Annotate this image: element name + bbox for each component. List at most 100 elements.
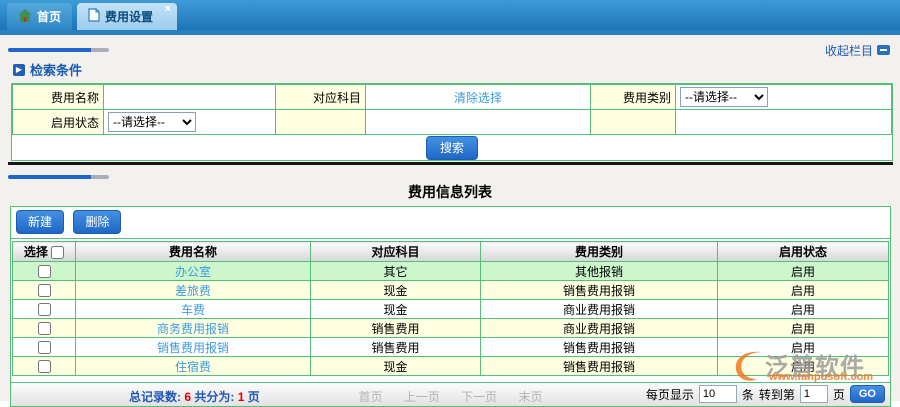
close-icon[interactable]: ×	[165, 3, 171, 15]
new-button[interactable]: 新建	[16, 210, 64, 234]
subject-label: 对应科目	[276, 85, 366, 110]
row-select-cell	[13, 262, 76, 281]
fee-name-link[interactable]: 住宿费	[175, 360, 211, 374]
subject-cell: 销售费用	[311, 319, 481, 338]
progress-bar-top	[8, 48, 109, 52]
tab-expense-label: 费用设置	[105, 8, 153, 25]
fee-name-label: 费用名称	[13, 85, 104, 110]
search-box: 费用名称 对应科目 清除选择 费用类别 --请选择-- 启用状态 --请选择--…	[11, 83, 893, 161]
table-row: 车费 现金商业费用报销启用	[13, 300, 889, 319]
select-all-checkbox[interactable]	[51, 246, 64, 259]
subject-cell: 销售费用	[311, 338, 481, 357]
status-cell: 启用	[718, 281, 889, 300]
document-icon	[88, 8, 100, 25]
status-cell: 启用	[718, 319, 889, 338]
action-button-row: 新建 删除	[11, 207, 890, 239]
subject-cell: 现金	[311, 300, 481, 319]
search-button-row: 搜索	[12, 135, 892, 160]
next-page-link[interactable]: 下一页	[461, 390, 497, 404]
category-label: 费用类别	[591, 85, 676, 110]
fee-name-cell: 商务费用报销	[76, 319, 311, 338]
status-cell: 启用	[718, 300, 889, 319]
table-holder: 选择 费用名称 对应科目 费用类别 启用状态 办公室其它其他报销启用差旅费现金销…	[11, 239, 890, 376]
collapse-label: 收起栏目	[825, 42, 873, 59]
home-icon	[18, 9, 32, 25]
table-row: 商务费用报销销售费用商业费用报销启用	[13, 319, 889, 338]
status-cell: 启用	[718, 338, 889, 357]
search-section-header: ▶ 检索条件	[13, 60, 900, 79]
tab-expense-settings[interactable]: 费用设置 ×	[77, 3, 177, 30]
header-subject: 对应科目	[311, 242, 481, 262]
last-page-link[interactable]: 末页	[519, 390, 543, 404]
per-page-input[interactable]	[699, 385, 737, 403]
row-checkbox[interactable]	[38, 265, 51, 278]
search-button[interactable]: 搜索	[426, 136, 478, 160]
row-select-cell	[13, 281, 76, 300]
row-checkbox[interactable]	[38, 284, 51, 297]
row-select-cell	[13, 300, 76, 319]
tab-home[interactable]: 首页	[7, 3, 72, 30]
page-jump-controls: 每页显示 条 转到第 页 GO	[646, 385, 885, 403]
row-checkbox[interactable]	[38, 341, 51, 354]
delete-button[interactable]: 删除	[73, 210, 121, 234]
fee-name-link[interactable]: 车费	[181, 303, 205, 317]
row-checkbox[interactable]	[38, 303, 51, 316]
goto-page-input[interactable]	[800, 385, 828, 403]
page: 首页 费用设置 × 收起栏目 ▶ 检索条件 费用名称 对应科目	[0, 0, 900, 401]
expense-table: 选择 费用名称 对应科目 费用类别 启用状态 办公室其它其他报销启用差旅费现金销…	[12, 241, 889, 376]
goto-label: 转到第	[759, 386, 795, 403]
search-table: 费用名称 对应科目 清除选择 费用类别 --请选择-- 启用状态 --请选择--	[12, 84, 892, 135]
fee-name-cell: 办公室	[76, 262, 311, 281]
category-cell: 销售费用报销	[481, 357, 718, 376]
go-button[interactable]: GO	[850, 385, 885, 403]
row-select-cell	[13, 319, 76, 338]
row-select-cell	[13, 338, 76, 357]
category-cell: 其他报销	[481, 262, 718, 281]
subject-cell: 其它	[311, 262, 481, 281]
arrow-right-icon: ▶	[13, 64, 25, 76]
header-fee-name: 费用名称	[76, 242, 311, 262]
collapse-icon	[877, 45, 890, 55]
toolbar-line: 收起栏目	[0, 35, 900, 57]
category-cell: 销售费用报销	[481, 281, 718, 300]
empty-cell	[676, 110, 892, 135]
tab-bar: 首页 费用设置 ×	[0, 0, 900, 30]
header-category: 费用类别	[481, 242, 718, 262]
empty-cell	[366, 110, 591, 135]
fee-name-cell: 车费	[76, 300, 311, 319]
subject-cell: 现金	[311, 281, 481, 300]
subject-cell: 现金	[311, 357, 481, 376]
status-select[interactable]: --请选择--	[108, 112, 196, 132]
table-row: 办公室 其它其他报销启用	[13, 262, 889, 281]
fee-name-link[interactable]: 商务费用报销	[157, 322, 229, 336]
row-select-cell	[13, 357, 76, 376]
search-section-title: 检索条件	[30, 60, 82, 79]
status-cell: 启用	[718, 357, 889, 376]
list-title: 费用信息列表	[0, 182, 900, 201]
category-select[interactable]: --请选择--	[680, 87, 768, 107]
fee-name-link[interactable]: 办公室	[175, 265, 211, 279]
empty-label-cell	[276, 110, 366, 135]
goto-unit: 页	[833, 386, 845, 403]
prev-page-link[interactable]: 上一页	[404, 390, 440, 404]
fee-name-cell: 差旅费	[76, 281, 311, 300]
status-label: 启用状态	[13, 110, 104, 135]
progress-line	[0, 165, 900, 179]
per-page-unit: 条	[742, 386, 754, 403]
row-checkbox[interactable]	[38, 322, 51, 335]
category-cell: 商业费用报销	[481, 300, 718, 319]
fee-name-cell: 住宿费	[76, 357, 311, 376]
collapse-columns-link[interactable]: 收起栏目	[825, 42, 890, 59]
fee-name-link[interactable]: 差旅费	[175, 284, 211, 298]
fee-name-link[interactable]: 销售费用报销	[157, 341, 229, 355]
first-page-link[interactable]: 首页	[358, 390, 382, 404]
list-section: 新建 删除 选择 费用名称 对应科目 费用类别 启用状态 办公室其它其他报销启用…	[10, 206, 891, 407]
row-checkbox[interactable]	[38, 360, 51, 373]
clear-selection-link[interactable]: 清除选择	[454, 91, 502, 105]
fee-name-input[interactable]	[108, 87, 271, 107]
table-header-row: 选择 费用名称 对应科目 费用类别 启用状态	[13, 242, 889, 262]
fee-name-cell: 销售费用报销	[76, 338, 311, 357]
pagination-bar: 总记录数: 6 共分为: 1 页 首页 上一页 下一页 末页 每页显示 条 转到…	[11, 382, 890, 406]
status-cell: 启用	[718, 262, 889, 281]
per-page-label: 每页显示	[646, 386, 694, 403]
